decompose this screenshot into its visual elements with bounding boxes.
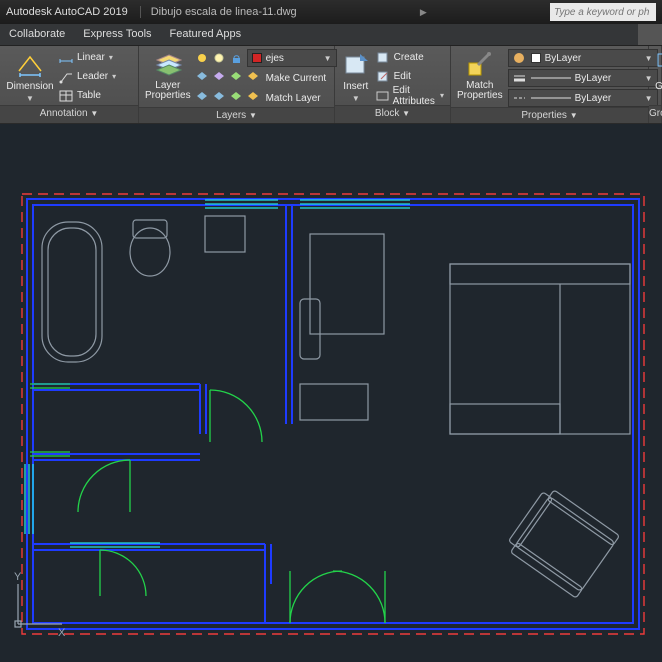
app-name: Autodesk AutoCAD 2019 (6, 6, 128, 18)
lineweight-value: ByLayer (575, 73, 612, 84)
dimension-icon (16, 51, 44, 79)
layers-u4-icon[interactable] (247, 70, 261, 84)
panel-annotation: Dimension ▼ Linear ▾ Leader ▾ Table (0, 46, 139, 123)
panel-groups: Group Groups (649, 46, 662, 123)
lineweight-icon (513, 71, 527, 85)
tab-express-tools[interactable]: Express Tools (74, 24, 160, 45)
chevron-down-icon: ▼ (26, 94, 34, 103)
lineweight-preview (531, 73, 571, 83)
panel-title-properties[interactable]: Properties ▼ (451, 107, 648, 123)
panel-layers: LayerProperties ejes ▼ (139, 46, 335, 123)
panel-title-layers[interactable]: Layers ▼ (139, 107, 334, 123)
linear-label: Linear (77, 52, 105, 63)
group-label: Group (655, 81, 662, 92)
paint-icon (513, 51, 527, 65)
document-name: Dibujo escala de linea-11.dwg (140, 6, 297, 18)
layer-color-swatch (252, 53, 262, 63)
panel-block: Insert ▼ Create Edit Edit Attributes ▾ (335, 46, 451, 123)
layer-combo[interactable]: ejes ▼ (247, 49, 337, 67)
ribbon: Dimension ▼ Linear ▾ Leader ▾ Table (0, 46, 662, 124)
create-icon (376, 51, 390, 65)
title-bar: Autodesk AutoCAD 2019 Dibujo escala de l… (0, 0, 662, 24)
lineweight-combo[interactable]: ByLayer ▼ (508, 69, 658, 87)
create-label: Create (394, 52, 424, 63)
layers-u8-icon[interactable] (247, 90, 261, 104)
dimension-button[interactable]: Dimension ▼ (6, 49, 54, 103)
layers-u6-icon[interactable] (213, 90, 227, 104)
drawing-canvas[interactable]: Y X (0, 124, 662, 662)
panel-title-groups[interactable]: Groups (649, 105, 661, 123)
layers-u3-icon[interactable] (230, 70, 244, 84)
table-button[interactable]: Table (59, 87, 116, 104)
chevron-down-icon: ▾ (112, 72, 116, 81)
chevron-down-icon: ▾ (109, 53, 113, 62)
panel-title-annotation[interactable]: Annotation ▼ (0, 105, 138, 123)
layer-off-icon[interactable] (196, 51, 210, 65)
ucs-y-label: Y (14, 571, 22, 583)
edit-attributes-label: Edit Attributes (393, 85, 436, 107)
table-label: Table (77, 90, 101, 101)
search-chevron[interactable]: ▶ (420, 7, 427, 18)
tab-overflow[interactable] (638, 24, 662, 45)
linetype-icon (513, 91, 527, 105)
leader-icon (59, 70, 73, 84)
match-properties-icon (466, 51, 494, 79)
edit-label: Edit (394, 71, 411, 82)
match-properties-button[interactable]: MatchProperties (457, 49, 503, 101)
make-current-button[interactable]: Make Current (266, 70, 327, 87)
panel-title-block[interactable]: Block ▼ (335, 105, 450, 123)
insert-icon (342, 51, 370, 79)
layer-freeze-icon[interactable] (213, 51, 227, 65)
linear-icon (59, 51, 73, 65)
group-icon (655, 51, 662, 79)
linetype-combo[interactable]: ByLayer ▼ (508, 89, 658, 107)
layers-u2-icon[interactable] (213, 70, 227, 84)
layer-lock-icon[interactable] (230, 51, 244, 65)
layers-u7-icon[interactable] (230, 90, 244, 104)
layer-current-name: ejes (266, 53, 284, 64)
panel-properties: MatchProperties ByLayer ▼ ByLayer ▼ (451, 46, 649, 123)
tab-collaborate[interactable]: Collaborate (0, 24, 74, 45)
color-combo[interactable]: ByLayer ▼ (508, 49, 658, 67)
leader-label: Leader (77, 71, 108, 82)
match-properties-label: MatchProperties (457, 81, 503, 101)
tab-spacer (250, 24, 638, 45)
layer-properties-button[interactable]: LayerProperties (145, 49, 191, 101)
insert-label: Insert (343, 81, 368, 92)
ribbon-tabs: Collaborate Express Tools Featured Apps (0, 24, 662, 46)
chevron-down-icon: ▼ (352, 94, 360, 103)
layers-u1-icon[interactable] (196, 70, 210, 84)
edit-attributes-icon (376, 89, 389, 103)
layer-properties-icon (154, 51, 182, 79)
linetype-preview (531, 93, 571, 103)
tab-featured-apps[interactable]: Featured Apps (161, 24, 251, 45)
layers-u5-icon[interactable] (196, 90, 210, 104)
match-layer-button[interactable]: Match Layer (266, 90, 321, 107)
leader-button[interactable]: Leader ▾ (59, 68, 116, 85)
insert-button[interactable]: Insert ▼ (341, 49, 371, 103)
layer-properties-label: LayerProperties (145, 81, 191, 101)
color-value: ByLayer (545, 53, 582, 64)
search-input[interactable] (550, 3, 656, 21)
linetype-value: ByLayer (575, 93, 612, 104)
dimension-label: Dimension (6, 81, 53, 92)
edit-attributes-button[interactable]: Edit Attributes ▾ (376, 87, 444, 104)
ucs-x-label: X (58, 627, 66, 639)
linear-button[interactable]: Linear ▾ (59, 49, 116, 66)
color-swatch (531, 53, 541, 63)
create-button[interactable]: Create (376, 49, 444, 66)
group-button[interactable]: Group (655, 49, 662, 92)
edit-button[interactable]: Edit (376, 68, 444, 85)
edit-icon (376, 70, 390, 84)
table-icon (59, 89, 73, 103)
